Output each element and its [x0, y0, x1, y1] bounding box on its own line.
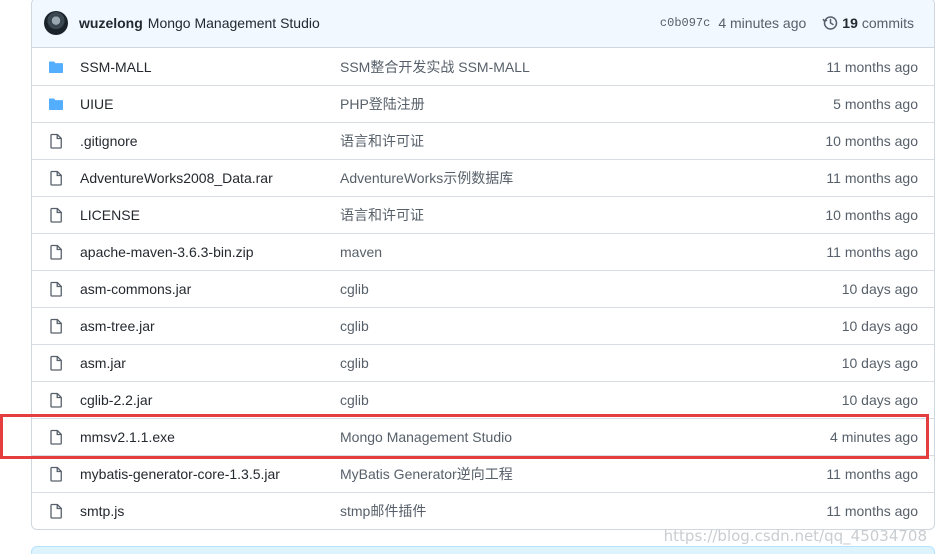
commits-label: commits [861, 15, 914, 31]
file-row[interactable]: AdventureWorks2008_Data.rar AdventureWork… [32, 159, 934, 196]
file-age: 10 days ago [841, 281, 918, 297]
file-age: 10 days ago [841, 392, 918, 408]
commits-history-link[interactable]: 19 commits [822, 15, 914, 31]
watermark-text: https://blog.csdn.net/qq_45034708 [663, 527, 927, 545]
file-age: 10 days ago [841, 355, 918, 371]
file-age: 11 months ago [826, 170, 918, 186]
file-row[interactable]: mmsv2.1.1.exe Mongo Management Studio 4 mi… [32, 418, 934, 455]
file-commit-message-link[interactable]: stmp邮件插件 [340, 501, 826, 521]
file-commit-message-link[interactable]: MyBatis Generator逆向工程 [340, 464, 826, 484]
file-icon [48, 392, 64, 408]
file-commit-message-link[interactable]: maven [340, 244, 826, 260]
file-row[interactable]: asm-commons.jar cglib 10 days ago [32, 270, 934, 307]
file-row[interactable]: apache-maven-3.6.3-bin.zip maven 11 months… [32, 233, 934, 270]
file-name-link[interactable]: cglib-2.2.jar [80, 392, 340, 408]
file-row[interactable]: cglib-2.2.jar cglib 10 days ago [32, 381, 934, 418]
file-age: 11 months ago [826, 244, 918, 260]
file-age: 10 months ago [825, 207, 918, 223]
folder-icon [48, 59, 64, 75]
file-commit-message-link[interactable]: 语言和许可证 [340, 131, 825, 151]
commit-meta: c0b097c 4 minutes ago 19 commits [660, 15, 914, 31]
file-list-box: wuzelong Mongo Management Studio c0b097c… [31, 0, 935, 530]
file-age: 5 months ago [833, 96, 918, 112]
file-icon [48, 170, 64, 186]
file-commit-message-link[interactable]: cglib [340, 281, 842, 297]
file-name-link[interactable]: SSM-MALL [80, 59, 340, 75]
file-icon [48, 355, 64, 371]
file-age: 11 months ago [826, 466, 918, 482]
commit-author-link[interactable]: wuzelong [79, 15, 143, 31]
file-name-link[interactable]: UIUE [80, 96, 340, 112]
file-name-link[interactable]: mmsv2.1.1.exe [80, 429, 340, 445]
file-name-link[interactable]: asm-tree.jar [80, 318, 340, 334]
file-age: 11 months ago [826, 58, 918, 75]
file-age: 11 months ago [826, 503, 918, 519]
file-commit-message-link[interactable]: SSM整合开发实战 SSM-MALL [340, 57, 826, 77]
file-name-link[interactable]: apache-maven-3.6.3-bin.zip [80, 244, 340, 260]
file-name-link[interactable]: smtp.js [80, 503, 340, 519]
file-icon [48, 133, 64, 149]
commits-count: 19 [842, 15, 858, 31]
file-age: 10 days ago [841, 318, 918, 334]
file-commit-message-link[interactable]: PHP登陆注册 [340, 94, 833, 114]
folder-icon [48, 96, 64, 112]
file-name-link[interactable]: asm.jar [80, 355, 340, 371]
file-icon [48, 466, 64, 482]
file-icon [48, 503, 64, 519]
file-row[interactable]: UIUE PHP登陆注册 5 months ago [32, 85, 934, 122]
file-name-link[interactable]: asm-commons.jar [80, 281, 340, 297]
file-commit-message-link[interactable]: cglib [340, 392, 842, 408]
file-row[interactable]: SSM-MALL SSM整合开发实战 SSM-MALL 11 months ago [32, 48, 934, 85]
file-row[interactable]: LICENSE 语言和许可证 10 months ago [32, 196, 934, 233]
file-name-link[interactable]: .gitignore [80, 133, 340, 149]
file-rows: SSM-MALL SSM整合开发实战 SSM-MALL 11 months ago U… [32, 48, 934, 529]
file-icon [48, 244, 64, 260]
commit-message-link[interactable]: Mongo Management Studio [148, 15, 320, 31]
file-row[interactable]: smtp.js stmp邮件插件 11 months ago [32, 492, 934, 529]
file-age: 10 months ago [825, 133, 918, 149]
file-icon [48, 429, 64, 445]
file-commit-message-link[interactable]: 语言和许可证 [340, 205, 825, 225]
file-name-link[interactable]: LICENSE [80, 207, 340, 223]
file-name-link[interactable]: mybatis-generator-core-1.3.5.jar [80, 466, 340, 482]
file-commit-message-link[interactable]: cglib [340, 355, 842, 371]
file-row[interactable]: mybatis-generator-core-1.3.5.jar MyBatis … [32, 455, 934, 492]
file-row[interactable]: asm-tree.jar cglib 10 days ago [32, 307, 934, 344]
file-row[interactable]: asm.jar cglib 10 days ago [32, 344, 934, 381]
avatar[interactable] [44, 11, 68, 35]
history-icon [822, 15, 838, 31]
file-row[interactable]: .gitignore 语言和许可证 10 months ago [32, 122, 934, 159]
readme-header-bar [31, 546, 935, 554]
file-icon [48, 318, 64, 334]
file-icon [48, 207, 64, 223]
file-icon [48, 281, 64, 297]
file-commit-message-link[interactable]: Mongo Management Studio [340, 429, 830, 445]
commit-time: 4 minutes ago [718, 15, 807, 31]
file-age: 4 minutes ago [830, 429, 918, 445]
file-commit-message-link[interactable]: cglib [340, 318, 842, 334]
file-commit-message-link[interactable]: AdventureWorks示例数据库 [340, 168, 826, 188]
commit-sha-link[interactable]: c0b097c [660, 16, 710, 30]
file-name-link[interactable]: AdventureWorks2008_Data.rar [80, 170, 340, 186]
latest-commit-bar: wuzelong Mongo Management Studio c0b097c… [32, 0, 934, 48]
